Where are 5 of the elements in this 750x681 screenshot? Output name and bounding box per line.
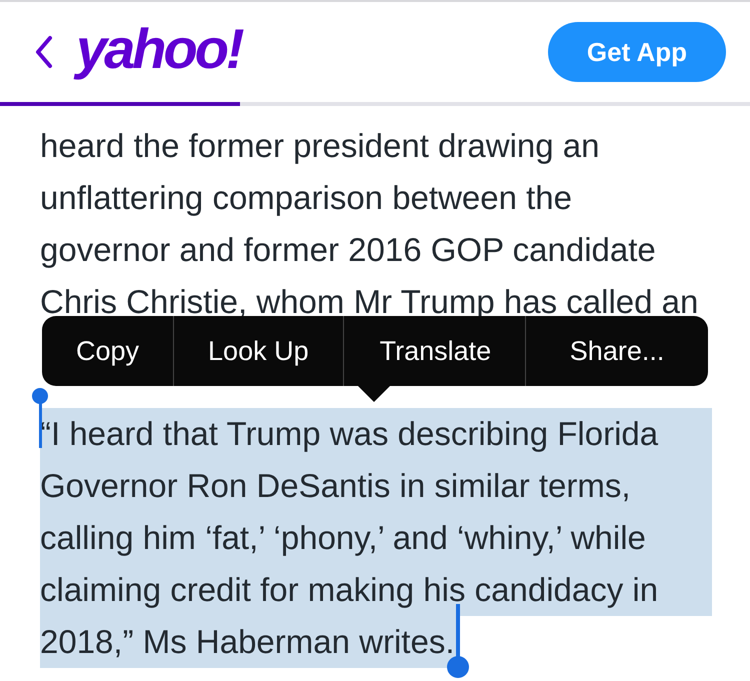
article-paragraph: “I heard that Trump was describing Florida Governor Ron DeSantis in similar terms, calling him ‘fat,’ ‘phony,’ and ‘whiny,’ while claiming credit for making his candidacy in 2018,” Ms Haberman writes. <box>40 408 712 668</box>
menu-item[interactable]: Share... <box>525 316 708 386</box>
logo[interactable]: yahoo! <box>76 16 242 80</box>
menu-item[interactable]: Translate <box>342 316 526 386</box>
menu-item[interactable]: Look Up <box>173 316 343 386</box>
